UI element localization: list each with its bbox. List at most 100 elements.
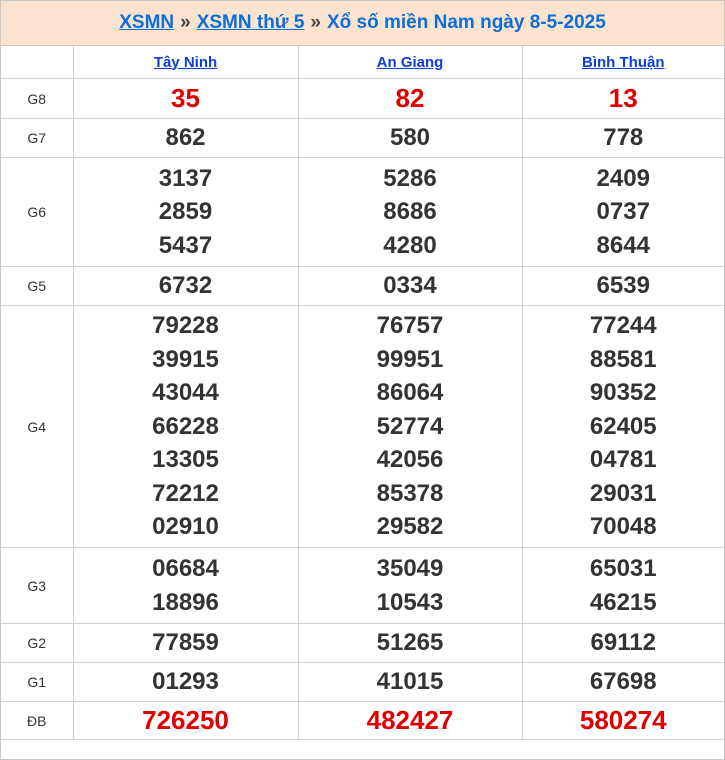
prize-number: 726250: [142, 704, 229, 735]
prize-cell: 2409 0737 8644: [521, 157, 724, 267]
prize-label: G6: [1, 157, 74, 267]
prize-number: 778: [603, 124, 644, 152]
prize-row-g8: G8 35 82 13: [1, 78, 724, 119]
prize-number: 66228: [152, 412, 219, 440]
prize-row-g2: G2 77859 51265 69112: [1, 623, 724, 663]
prize-cell: 5286 8686 4280: [297, 157, 523, 267]
prize-cell: 41015: [297, 662, 523, 702]
prize-number: 29582: [376, 513, 444, 541]
prize-number: 39915: [152, 345, 219, 373]
prize-cell: 726250: [72, 701, 299, 740]
prize-label: G7: [1, 118, 74, 158]
prize-cell: 51265: [297, 623, 523, 663]
prize-cell: 01293: [72, 662, 299, 702]
prize-row-g5: G5 6732 0334 6539: [1, 266, 724, 306]
prize-label: G4: [1, 305, 74, 548]
prize-number: 41015: [376, 668, 444, 696]
prize-row-g4: G4 79228 39915 43044 66228 13305 72212 02910 767…: [1, 305, 724, 548]
prize-cell: 35049 10543: [297, 547, 523, 624]
prize-cell: 06684 18896: [72, 547, 299, 624]
prize-cell: 6732: [72, 266, 299, 306]
prize-cell: 82: [297, 78, 523, 119]
prize-number: 86064: [376, 379, 444, 407]
corner-cell: [1, 46, 74, 79]
province-header: An Giang: [297, 46, 523, 79]
prize-row-g7: G7 862 580 778: [1, 118, 724, 158]
prize-number: 5286: [383, 164, 437, 192]
prize-number: 6732: [158, 272, 213, 300]
prize-number: 82: [395, 82, 425, 113]
prize-cell: 77859: [72, 623, 299, 663]
prize-cell: 3137 2859 5437: [72, 157, 299, 267]
prize-number: 77244: [589, 311, 657, 339]
prize-number: 90352: [589, 379, 657, 407]
prize-number: 43044: [152, 379, 219, 407]
prize-cell: 77244 88581 90352 62405 04781 29031 70048: [521, 305, 724, 548]
breadcrumb-separator: »: [310, 12, 321, 33]
prize-number: 76757: [376, 311, 444, 339]
prize-cell: 76757 99951 86064 52774 42056 85378 29582: [297, 305, 523, 548]
breadcrumb-link-xsmn-thu5[interactable]: XSMN thứ 5: [197, 12, 305, 34]
breadcrumb: XSMN » XSMN thứ 5 » Xổ số miền Nam ngày …: [1, 1, 724, 46]
prize-number: 04781: [589, 446, 657, 474]
prize-number: 06684: [152, 554, 219, 582]
prize-number: 0737: [596, 198, 650, 226]
prize-number: 69112: [590, 629, 656, 657]
prize-label: G2: [1, 623, 74, 663]
prize-number: 2859: [158, 198, 213, 226]
prize-row-g1: G1 01293 41015 67698: [1, 662, 724, 702]
breadcrumb-link-xsmn[interactable]: XSMN: [119, 12, 174, 34]
prize-number: 77859: [152, 629, 219, 657]
prize-row-g3: G3 06684 18896 35049 10543 65031 46215: [1, 547, 724, 624]
prize-label: G1: [1, 662, 74, 702]
prize-number: 10543: [376, 588, 444, 616]
prize-number: 51265: [376, 629, 444, 657]
prize-number: 29031: [589, 479, 657, 507]
prize-number: 8644: [596, 231, 650, 259]
prize-number: 42056: [376, 446, 444, 474]
province-link[interactable]: Bình Thuận: [582, 54, 665, 71]
prize-label: ĐB: [1, 701, 74, 740]
prize-number: 580: [389, 124, 431, 152]
province-link[interactable]: An Giang: [377, 54, 444, 71]
province-header: Bình Thuận: [521, 46, 724, 79]
prize-number: 580274: [579, 704, 667, 735]
page-title: Xổ số miền Nam ngày 8-5-2025: [327, 12, 606, 33]
prize-number: 85378: [376, 479, 444, 507]
prize-label: G8: [1, 78, 74, 119]
prize-cell: 35: [72, 78, 299, 119]
prize-number: 02910: [152, 513, 219, 541]
prize-cell: 67698: [521, 662, 724, 702]
province-header: Tây Ninh: [72, 46, 299, 79]
prize-number: 13: [608, 82, 638, 113]
prize-cell: 0334: [297, 266, 523, 306]
prize-number: 4280: [383, 231, 437, 259]
prize-label: G3: [1, 547, 74, 624]
province-link[interactable]: Tây Ninh: [154, 54, 217, 71]
prize-number: 2409: [596, 164, 650, 192]
prize-number: 862: [165, 124, 206, 152]
prize-cell: 482427: [297, 701, 523, 740]
prize-cell: 580274: [521, 701, 724, 740]
prize-row-đb: ĐB 726250 482427 580274: [1, 701, 724, 740]
prize-number: 72212: [152, 479, 219, 507]
prize-number: 35: [171, 82, 200, 113]
prize-number: 5437: [158, 231, 213, 259]
results-panel: XSMN » XSMN thứ 5 » Xổ số miền Nam ngày …: [0, 0, 725, 760]
results-table: Tây Ninh An Giang Bình Thuận G8 35 82 13 G7 8…: [1, 46, 724, 740]
prize-number: 79228: [152, 311, 219, 339]
prize-number: 99951: [376, 345, 444, 373]
prize-number: 13305: [152, 446, 219, 474]
prize-number: 8686: [383, 198, 437, 226]
breadcrumb-separator: »: [180, 12, 191, 33]
prize-number: 0334: [383, 272, 437, 300]
prize-number: 67698: [589, 668, 657, 696]
prize-number: 6539: [596, 272, 650, 300]
prize-number: 482427: [366, 704, 454, 735]
prize-number: 52774: [376, 412, 444, 440]
prize-number: 3137: [158, 164, 213, 192]
prize-number: 46215: [589, 588, 657, 616]
prize-cell: 778: [521, 118, 724, 158]
prize-cell: 862: [72, 118, 299, 158]
prize-cell: 65031 46215: [521, 547, 724, 624]
